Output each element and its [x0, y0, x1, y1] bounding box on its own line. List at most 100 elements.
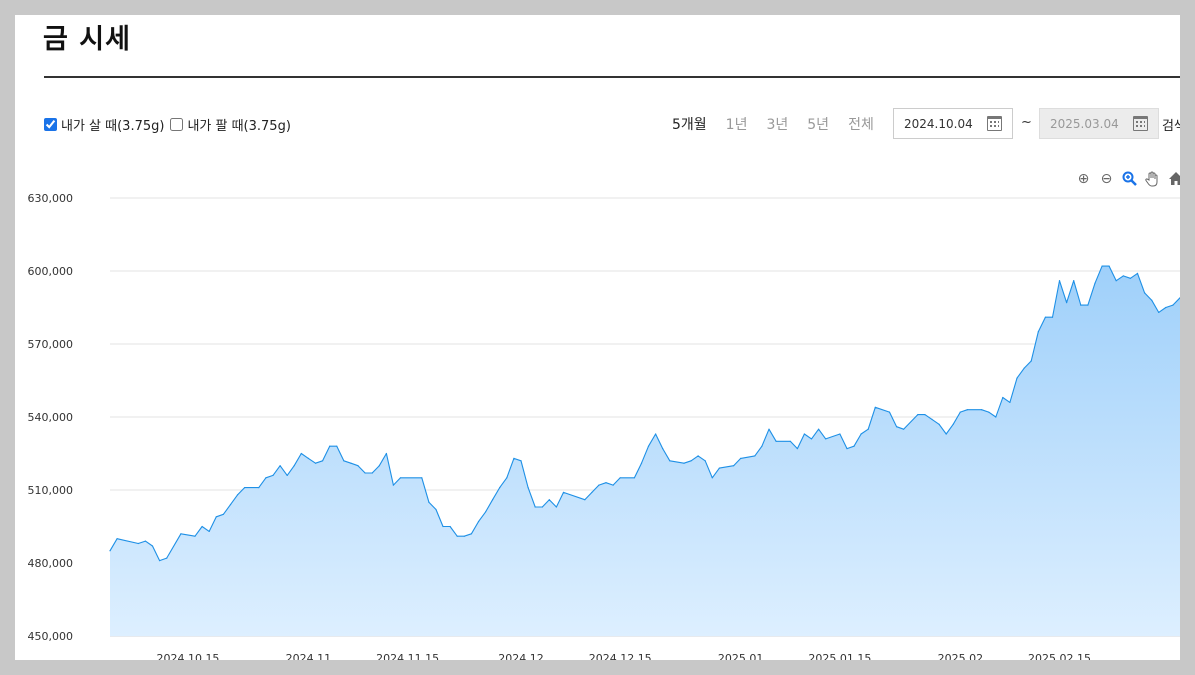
data-point: [1037, 331, 1039, 333]
data-point: [258, 487, 260, 489]
data-point: [1115, 280, 1117, 282]
data-point: [1009, 401, 1011, 403]
data-point: [166, 557, 168, 559]
data-point: [584, 499, 586, 501]
data-point: [385, 452, 387, 455]
data-point: [931, 418, 933, 420]
data-point: [477, 521, 480, 523]
x-tick-label: 2024.12: [498, 652, 544, 660]
data-point: [952, 423, 954, 425]
data-point: [647, 445, 650, 447]
y-tick-label: 450,000: [28, 630, 74, 643]
data-point: [279, 465, 281, 467]
data-point: [499, 487, 501, 489]
data-point: [704, 460, 706, 462]
data-point: [818, 428, 820, 430]
data-point: [456, 535, 458, 537]
x-tick-label: 2024.11: [286, 652, 332, 660]
data-point: [265, 477, 267, 479]
data-point: [1030, 360, 1032, 362]
data-point: [527, 487, 529, 489]
data-point: [1172, 304, 1174, 306]
data-point: [1051, 316, 1054, 318]
data-point: [329, 445, 331, 447]
data-point: [215, 516, 217, 518]
data-point: [1087, 304, 1089, 306]
data-point: [825, 438, 827, 440]
data-point: [683, 462, 685, 464]
data-point: [903, 428, 905, 430]
data-point: [378, 465, 380, 467]
data-point: [421, 477, 423, 479]
price-chart: 450,000 480,000 510,000 540,000 570,000 600,0…: [28, 192, 1180, 660]
data-point: [803, 433, 806, 435]
data-point: [612, 484, 614, 486]
data-point: [896, 426, 898, 428]
data-point: [718, 467, 721, 469]
data-point: [1066, 302, 1068, 304]
data-point: [1108, 265, 1110, 267]
data-point: [194, 535, 196, 537]
price-area: [110, 266, 1180, 636]
x-tick-label: 2025.02.15: [1028, 652, 1091, 660]
data-point: [322, 460, 324, 462]
data-point: [1144, 292, 1146, 294]
data-point: [640, 462, 643, 464]
data-point: [492, 499, 494, 501]
data-point: [938, 423, 940, 425]
data-point: [244, 487, 246, 489]
data-point: [513, 457, 515, 459]
x-tick-label: 2024.12.15: [589, 652, 652, 660]
data-point: [562, 491, 565, 493]
data-point: [435, 508, 437, 511]
data-point: [300, 452, 302, 455]
data-point: [116, 538, 118, 540]
data-point: [761, 445, 763, 447]
x-tick-label: 2024.10.15: [156, 652, 219, 660]
data-point: [655, 433, 657, 435]
data-point: [350, 462, 352, 464]
data-point: [343, 460, 345, 462]
data-point: [1073, 280, 1075, 282]
data-point: [874, 406, 876, 408]
data-point: [1101, 265, 1103, 267]
data-point: [662, 448, 664, 450]
data-point: [1080, 304, 1082, 306]
data-point: [1129, 277, 1131, 279]
data-point: [669, 460, 671, 462]
data-point: [846, 448, 848, 450]
data-point: [534, 506, 536, 508]
data-point: [1058, 280, 1061, 282]
data-point: [690, 460, 692, 462]
y-axis: 450,000 480,000 510,000 540,000 570,000 600,0…: [28, 192, 74, 643]
data-point: [605, 482, 607, 484]
data-point: [1165, 306, 1167, 309]
data-point: [293, 465, 295, 467]
data-point: [520, 460, 522, 462]
data-point: [463, 535, 465, 537]
data-point: [810, 438, 813, 440]
data-point: [485, 511, 487, 513]
data-point: [839, 433, 841, 435]
data-point: [1016, 377, 1018, 379]
data-point: [775, 440, 777, 442]
data-point: [357, 465, 359, 467]
data-point: [796, 448, 799, 450]
data-point: [548, 499, 550, 501]
data-point: [555, 506, 558, 508]
data-point: [392, 484, 394, 486]
data-point: [506, 477, 508, 479]
data-point: [888, 411, 891, 413]
data-point: [754, 455, 756, 457]
data-point: [272, 474, 274, 476]
data-point: [151, 545, 154, 547]
data-point: [428, 501, 430, 503]
data-point: [371, 472, 373, 474]
y-tick-label: 540,000: [28, 411, 74, 424]
data-point: [1136, 272, 1139, 274]
data-point: [1094, 282, 1096, 284]
data-point: [229, 504, 232, 506]
data-point: [768, 428, 770, 430]
data-point: [109, 550, 111, 552]
data-point: [740, 457, 742, 459]
